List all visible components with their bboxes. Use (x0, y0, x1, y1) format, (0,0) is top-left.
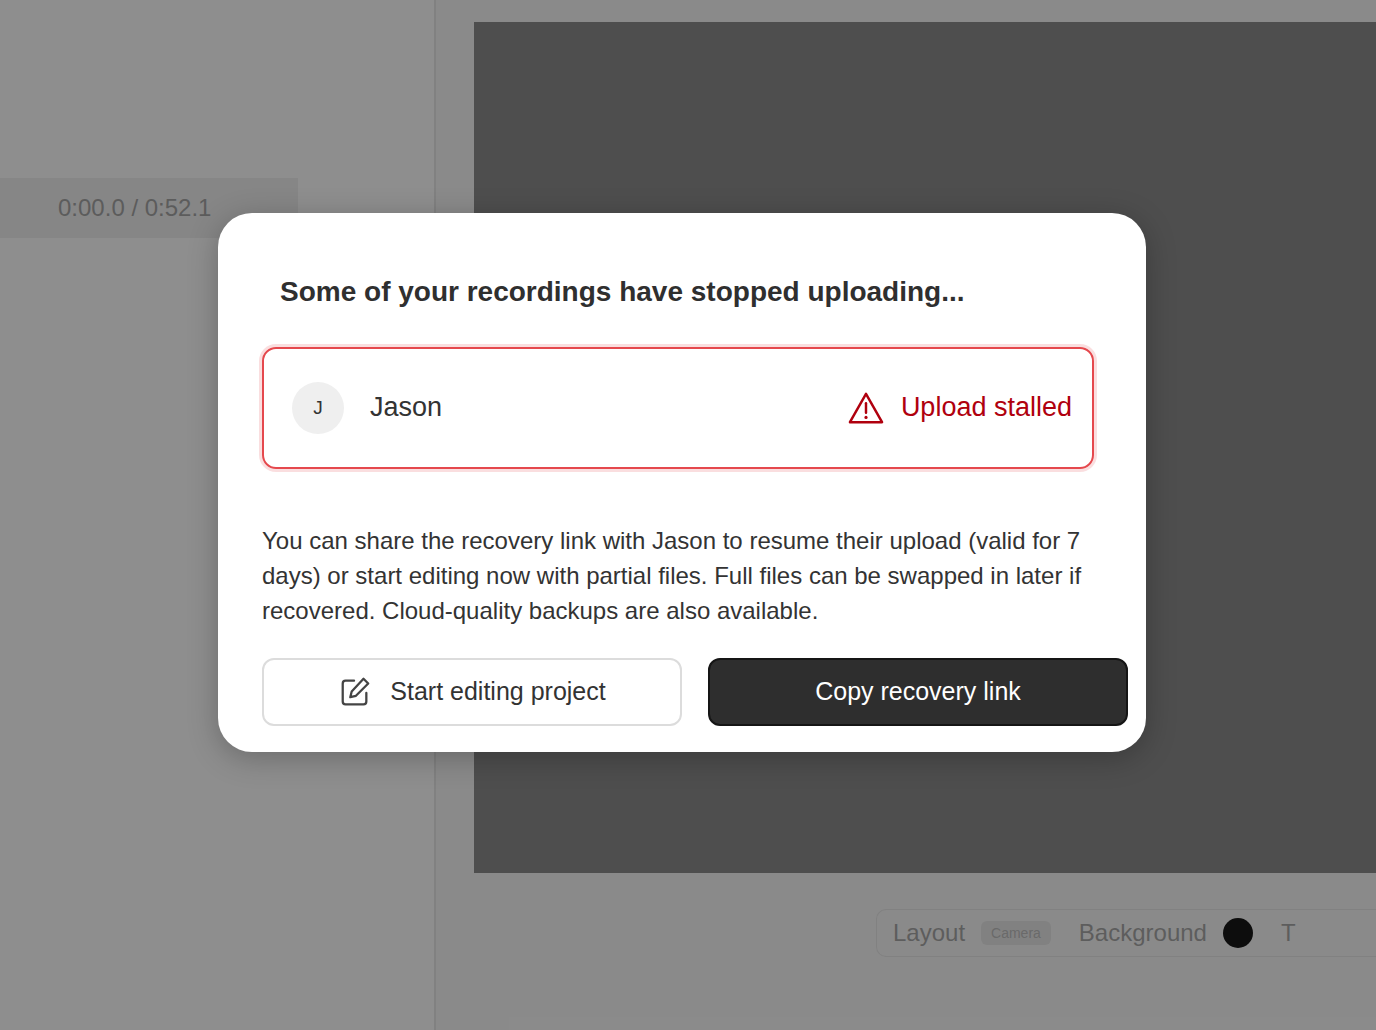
recording-status: Upload stalled (847, 391, 1072, 425)
status-text: Upload stalled (901, 392, 1072, 423)
edit-icon (338, 675, 372, 709)
dialog-message: You can share the recovery link with Jas… (262, 523, 1102, 628)
recording-name: Jason (370, 392, 442, 423)
dialog-buttons: Start editing project Copy recovery link (262, 658, 1128, 726)
button-label: Start editing project (390, 677, 605, 706)
copy-recovery-link-button[interactable]: Copy recovery link (708, 658, 1128, 726)
upload-stalled-dialog: Some of your recordings have stopped upl… (218, 213, 1146, 752)
recording-row: J Jason Upload stalled (262, 347, 1094, 469)
warning-icon (847, 391, 885, 425)
editor-screen: 0:00.0 / 0:52.1LayoutCameraBackgroundTSo… (0, 0, 1376, 1030)
button-label: Copy recovery link (815, 677, 1021, 706)
start-editing-button[interactable]: Start editing project (262, 658, 682, 726)
dialog-title: Some of your recordings have stopped upl… (280, 275, 1128, 309)
avatar: J (292, 382, 344, 434)
